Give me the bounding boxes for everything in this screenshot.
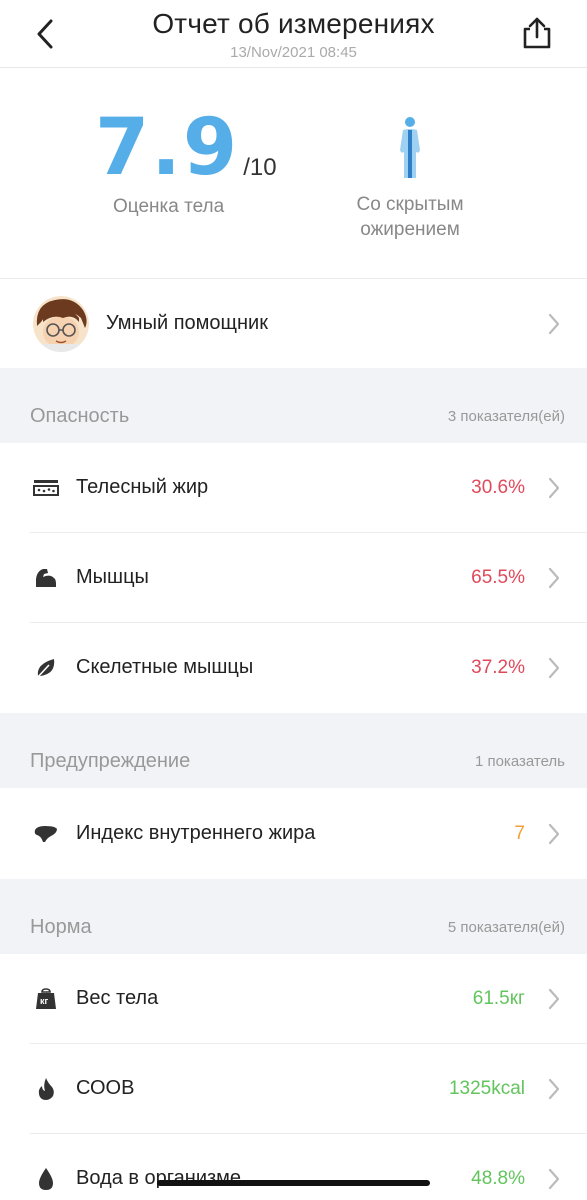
metric-row-bmr[interactable]: СООВ 1325kcal	[0, 1044, 587, 1134]
metric-row-body-fat[interactable]: Телесный жир 30.6%	[0, 443, 587, 533]
body-type: Со скрытым ожирением	[330, 116, 490, 242]
metric-value: 61.5кг	[472, 988, 525, 1009]
section-warning-header: Предупреждение 1 показатель	[0, 713, 587, 788]
body-type-line2: ожирением	[360, 219, 460, 240]
metric-value: 1325kcal	[448, 1078, 525, 1099]
section-count: 5 показателя(ей)	[447, 919, 565, 936]
metric-label: Мышцы	[76, 566, 149, 588]
body-score: 7.9 /10 Оценка тела	[95, 103, 277, 218]
metric-value: 30.6%	[471, 477, 525, 498]
metric-value: 48.8%	[471, 1168, 525, 1189]
section-count: 3 показателя(ей)	[447, 408, 565, 425]
assistant-label: Умный помощник	[106, 312, 268, 334]
metric-label: Вода в организме	[76, 1167, 242, 1189]
smart-assistant-row[interactable]: Умный помощник	[0, 278, 587, 368]
score-label: Оценка тела	[113, 196, 225, 217]
metric-row-body-water[interactable]: Вода в организме 48.8%	[0, 1134, 587, 1200]
measurement-datetime: 13/Nov/2021 08:45	[230, 44, 357, 61]
liver-icon	[32, 822, 60, 846]
leaf-icon	[32, 656, 60, 680]
metric-row-skeletal-muscle[interactable]: Скелетные мышцы 37.2%	[0, 623, 587, 713]
section-normal-header: Норма 5 показателя(ей)	[0, 879, 587, 954]
chevron-right-icon	[548, 823, 560, 845]
body-type-line1: Со скрытым	[356, 194, 464, 215]
metric-value: 7	[514, 823, 525, 844]
section-title: Норма	[30, 916, 92, 938]
section-title: Предупреждение	[30, 750, 191, 772]
weight-unit-glyph: кг	[40, 996, 49, 1006]
metric-row-muscle[interactable]: Мышцы 65.5%	[0, 533, 587, 623]
top-bar: Отчет об измерениях 13/Nov/2021 08:45	[0, 0, 587, 68]
metric-label: Скелетные мышцы	[76, 656, 254, 678]
muscle-icon	[32, 566, 60, 590]
metric-value: 65.5%	[471, 567, 525, 588]
assistant-avatar	[33, 296, 89, 352]
flame-icon	[32, 1077, 60, 1101]
share-button[interactable]	[517, 12, 557, 54]
chevron-right-icon	[548, 313, 560, 335]
metric-label: Вес тела	[76, 987, 159, 1009]
metric-row-visceral-fat[interactable]: Индекс внутреннего жира 7	[0, 789, 587, 879]
section-title: Опасность	[30, 405, 130, 427]
chevron-right-icon	[548, 657, 560, 679]
metric-label: Телесный жир	[76, 476, 209, 498]
chevron-right-icon	[548, 1168, 560, 1190]
share-icon	[523, 17, 551, 49]
metric-label: СООВ	[76, 1077, 135, 1099]
score-max: /10	[243, 154, 277, 181]
metric-value: 37.2%	[471, 657, 525, 678]
metric-label: Индекс внутреннего жира	[76, 822, 316, 844]
chevron-right-icon	[548, 477, 560, 499]
chevron-right-icon	[548, 988, 560, 1010]
summary-panel: 7.9 /10 Оценка тела Со скрытым ожирением	[0, 68, 587, 278]
weight-icon: кг	[32, 987, 60, 1011]
body-fat-icon	[32, 476, 60, 500]
home-indicator[interactable]	[157, 1180, 430, 1186]
water-drop-icon	[32, 1167, 60, 1191]
chevron-right-icon	[548, 567, 560, 589]
section-count: 1 показатель	[474, 753, 565, 770]
body-figure-icon	[400, 117, 420, 178]
section-danger-header: Опасность 3 показателя(ей)	[0, 368, 587, 443]
chevron-right-icon	[548, 1078, 560, 1100]
page-title: Отчет об измерениях	[152, 8, 435, 39]
score-value: 7.9	[95, 103, 240, 193]
metric-row-weight[interactable]: кг Вес тела 61.5кг	[0, 954, 587, 1044]
